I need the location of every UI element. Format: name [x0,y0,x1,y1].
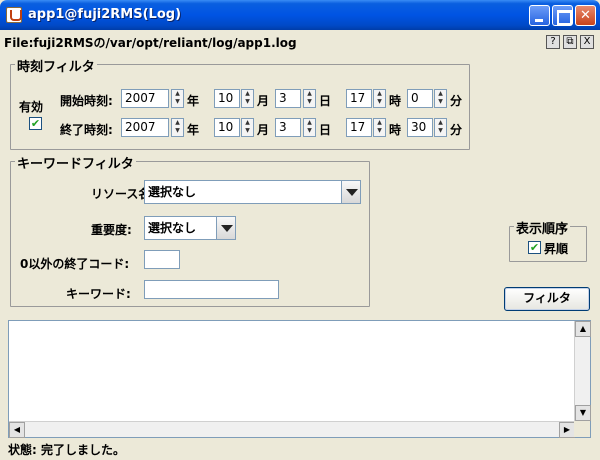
display-order-group: 表示順序 ✔ 昇順 [509,218,587,262]
exit-code-label: 0以外の終了コード: [20,257,130,271]
restore-icon[interactable]: ⧉ [563,35,577,49]
time-filter-legend: 時刻フィルタ [15,56,97,75]
end-hour-spinner[interactable]: ▲ ▼ [373,118,386,137]
ascending-checkbox[interactable]: ✔ [528,241,541,254]
start-minute-spinner[interactable]: ▲ ▼ [434,89,447,108]
file-path: File:fuji2RMSの/var/opt/reliant/log/app1.… [4,36,297,50]
chevron-down-icon[interactable] [216,217,235,239]
end-month-spinner[interactable]: ▲ ▼ [241,118,254,137]
end-hour-unit: 時 [389,123,402,137]
end-year-field[interactable]: 2007 [121,118,169,137]
filter-button[interactable]: フィルタ [504,287,590,311]
close-button[interactable]: ✕ [575,5,596,26]
end-hour-field[interactable]: 17 [346,118,372,137]
scroll-right-icon[interactable]: ▶ [559,422,575,438]
keyword-filter-legend: キーワードフィルタ [15,153,136,172]
end-year-unit: 年 [187,123,200,137]
start-month-unit: 月 [257,94,270,108]
end-time-label: 終了時刻: [60,123,113,137]
end-day-spinner[interactable]: ▲ ▼ [303,118,316,137]
start-month-field[interactable]: 10 [214,89,240,108]
exit-code-field[interactable] [144,250,180,269]
end-month-unit: 月 [257,123,270,137]
end-minute-spinner[interactable]: ▲ ▼ [434,118,447,137]
start-minute-unit: 分 [450,94,463,108]
log-window: app1@fuji2RMS(Log) ✕ File:fuji2RMSの/var/… [0,0,600,460]
scroll-left-icon[interactable]: ◀ [9,422,25,438]
start-minute-field[interactable]: 0 [407,89,433,108]
vertical-scrollbar[interactable]: ▲ ▼ [574,321,591,421]
scroll-corner [574,421,590,437]
end-year-spinner[interactable]: ▲ ▼ [171,118,184,137]
enabled-checkbox[interactable]: ✔ [29,117,42,130]
end-day-field[interactable]: 3 [275,118,301,137]
start-hour-spinner[interactable]: ▲ ▼ [373,89,386,108]
scroll-down-icon[interactable]: ▼ [575,405,591,421]
resource-name-combo[interactable]: 選択なし [144,180,361,204]
keyword-field[interactable] [144,280,279,299]
start-day-unit: 日 [319,94,332,108]
start-hour-unit: 時 [389,94,402,108]
enabled-label: 有効 [19,100,44,114]
minimize-button[interactable] [529,5,550,26]
display-order-legend: 表示順序 [514,218,571,237]
severity-label: 重要度: [91,223,132,237]
horizontal-scrollbar[interactable]: ◀ ▶ [9,421,575,438]
start-day-field[interactable]: 3 [275,89,301,108]
start-year-spinner[interactable]: ▲ ▼ [171,89,184,108]
keyword-filter-group: キーワードフィルタ リソース名: 選択なし 重要度: 選択なし 0以外の終了コー… [10,153,370,307]
start-year-field[interactable]: 2007 [121,89,169,108]
title-bar[interactable]: app1@fuji2RMS(Log) ✕ [0,0,600,30]
end-month-field[interactable]: 10 [214,118,240,137]
start-hour-field[interactable]: 17 [346,89,372,108]
window-title: app1@fuji2RMS(Log) [28,7,182,22]
ascending-label: 昇順 [544,242,569,256]
severity-value: 選択なし [148,221,197,235]
log-results-area[interactable]: ▲ ▼ ◀ ▶ [8,320,591,438]
scroll-up-icon[interactable]: ▲ [575,321,591,337]
chevron-down-icon[interactable] [341,181,360,203]
start-year-unit: 年 [187,94,200,108]
help-icon[interactable]: ? [546,35,560,49]
status-bar: 状態: 完了しました。 [8,443,125,457]
end-minute-field[interactable]: 30 [407,118,433,137]
end-minute-unit: 分 [450,123,463,137]
start-time-label: 開始時刻: [60,94,113,108]
java-app-icon [6,7,22,23]
keyword-label: キーワード: [66,287,131,301]
severity-combo[interactable]: 選択なし [144,216,236,240]
start-month-spinner[interactable]: ▲ ▼ [241,89,254,108]
time-filter-group: 時刻フィルタ 有効 ✔ 開始時刻: 2007 ▲ ▼ 年 10 ▲ ▼ 月 3 ▲ ▼… [10,56,470,150]
resource-name-value: 選択なし [148,185,197,199]
maximize-button[interactable] [552,5,573,26]
end-day-unit: 日 [319,123,332,137]
start-day-spinner[interactable]: ▲ ▼ [303,89,316,108]
close-panel-icon[interactable]: X [580,35,594,49]
